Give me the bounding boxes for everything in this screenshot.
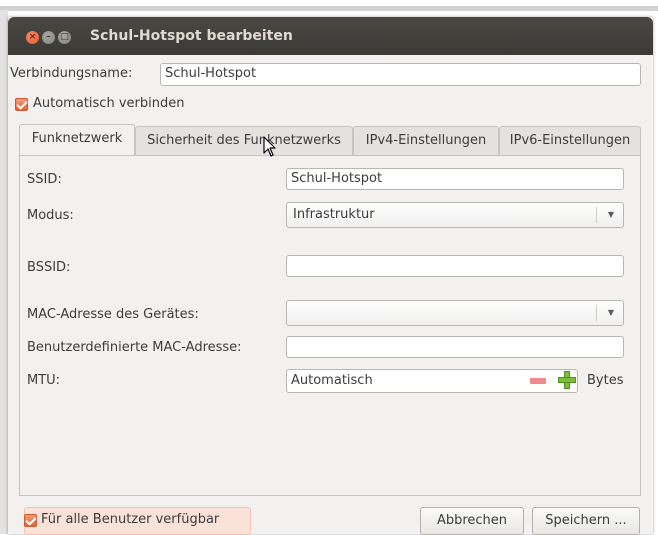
combo-separator: [596, 305, 597, 321]
tab-ipv4-settings[interactable]: IPv4-Einstellungen: [353, 126, 499, 156]
mouse-cursor-icon: [263, 136, 276, 157]
all-users-label[interactable]: Für alle Benutzer verfügbar: [41, 512, 219, 527]
ssid-label: SSID:: [27, 172, 62, 187]
connection-name-label: Verbindungsname:: [10, 66, 133, 81]
mode-label: Modus:: [27, 208, 74, 223]
window-title: Schul-Hotspot bearbeiten: [90, 28, 293, 44]
mtu-unit: Bytes: [587, 373, 624, 388]
title-bar[interactable]: × – □ Schul-Hotspot bearbeiten: [8, 17, 653, 55]
tab-wireless-security[interactable]: Sicherheit des Funknetzwerks: [135, 126, 353, 156]
close-icon[interactable]: ×: [26, 31, 39, 44]
mode-select[interactable]: Infrastruktur ▼: [286, 202, 624, 228]
bssid-input[interactable]: [286, 255, 624, 277]
auto-connect-checkbox[interactable]: [15, 98, 28, 111]
chevron-down-icon: ▼: [607, 210, 614, 219]
auto-connect-label[interactable]: Automatisch verbinden: [33, 96, 184, 111]
edit-connection-dialog: × – □ Schul-Hotspot bearbeiten Verbindun…: [8, 17, 653, 535]
tab-ipv6-settings[interactable]: IPv6-Einstellungen: [499, 126, 641, 156]
minus-icon[interactable]: [530, 378, 546, 384]
background-window-edge: [0, 10, 8, 534]
mode-value: Infrastruktur: [293, 207, 375, 222]
save-button[interactable]: Speichern ...: [532, 507, 640, 535]
maximize-icon[interactable]: □: [58, 31, 71, 44]
device-mac-label: MAC-Adresse des Gerätes:: [27, 307, 199, 322]
combo-separator: [596, 207, 597, 223]
ssid-input[interactable]: Schul-Hotspot: [286, 168, 624, 190]
connection-name-input[interactable]: Schul-Hotspot: [160, 63, 641, 86]
desktop-top-line: [0, 6, 658, 11]
chevron-down-icon: ▼: [607, 308, 614, 317]
minimize-icon[interactable]: –: [42, 31, 55, 44]
custom-mac-label: Benutzerdefinierte MAC-Adresse:: [27, 340, 242, 355]
device-mac-select[interactable]: ▼: [286, 300, 624, 326]
all-users-checkbox[interactable]: [24, 514, 37, 527]
cancel-button[interactable]: Abbrechen: [420, 507, 524, 535]
plus-icon[interactable]: [558, 371, 576, 389]
mtu-label: MTU:: [27, 373, 61, 388]
bssid-label: BSSID:: [27, 260, 71, 275]
tab-funknetzwerk[interactable]: Funknetzwerk: [19, 124, 135, 155]
custom-mac-input[interactable]: [286, 336, 624, 358]
